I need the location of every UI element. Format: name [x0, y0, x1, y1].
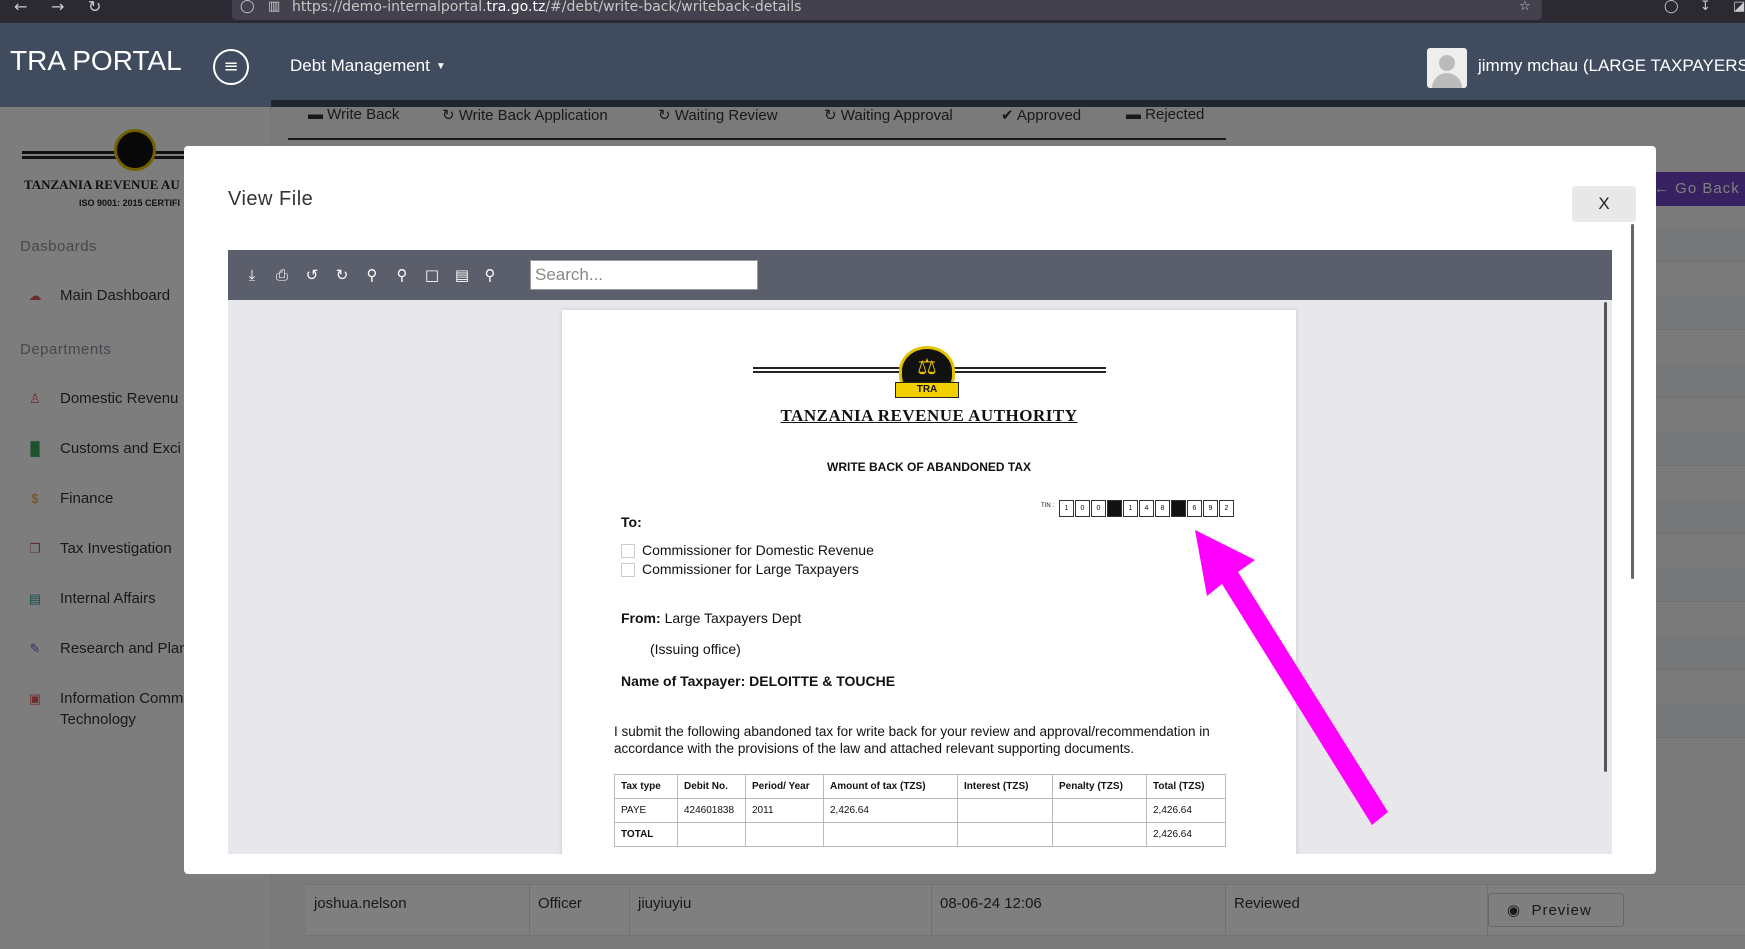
- tra-seal-logo: ⚖ TRA: [891, 346, 963, 402]
- pdf-toolbar: ⤓ ⎙ ↺ ↻ ⚲ ⚲ □ ▤ ⚲: [228, 250, 1612, 300]
- checkbox-large: [621, 563, 635, 577]
- search-icon: ⚲: [484, 266, 496, 284]
- lock-icon: ▥: [268, 0, 281, 14]
- user-name[interactable]: jimmy mchau (LARGE TAXPAYERS: [1478, 56, 1745, 76]
- arrow-shape: [1195, 530, 1388, 825]
- document-heading: WRITE BACK OF ABANDONED TAX: [827, 460, 1031, 474]
- tax-table: Tax type Debit No. Period/ Year Amount o…: [614, 774, 1226, 847]
- table-row: PAYE 424601838 2011 2,426.64 2,426.64: [614, 798, 1226, 823]
- menu-toggle-icon[interactable]: ≡: [213, 49, 249, 85]
- app-header: TRA PORTAL ≡ Debt Management ▼ jimmy mcha…: [0, 23, 1745, 107]
- url-text[interactable]: https://demo-internalportal.tra.go.tz/#/…: [292, 0, 801, 14]
- brand-title: TRA PORTAL: [10, 45, 182, 76]
- print-icon[interactable]: ⎙: [271, 264, 293, 286]
- back-icon[interactable]: ←: [14, 0, 27, 15]
- modal-title: View File: [228, 188, 314, 210]
- browser-toolbar: ← → ↻ ◯ ▥ https://demo-internalportal.tr…: [0, 0, 1745, 23]
- tin-boxes: TIN :100148692: [1041, 500, 1234, 518]
- reload-icon[interactable]: ↻: [88, 0, 101, 15]
- zoom-in-icon[interactable]: ⚲: [361, 264, 383, 286]
- option-domestic: Commissioner for Domestic Revenue: [642, 542, 874, 558]
- table-header-row: Tax type Debit No. Period/ Year Amount o…: [614, 774, 1226, 799]
- search-input[interactable]: [530, 260, 758, 290]
- checkbox-domestic: [621, 544, 635, 558]
- annotation-arrow: [1195, 530, 1388, 825]
- download-icon[interactable]: ↧: [1700, 0, 1711, 14]
- address-bar[interactable]: ◯ ▥ https://demo-internalportal.tra.go.t…: [232, 0, 1542, 20]
- pdf-viewer: ⤓ ⎙ ↺ ↻ ⚲ ⚲ □ ▤ ⚲ ⚖ TRA TANZANIA REVENUE…: [228, 250, 1612, 854]
- option-large: Commissioner for Large Taxpayers: [642, 561, 859, 577]
- page-icon[interactable]: □: [421, 264, 443, 286]
- rotate-left-icon[interactable]: ↺: [301, 264, 323, 286]
- table-total-row: TOTAL 2,426.64: [614, 822, 1226, 847]
- close-button[interactable]: X: [1572, 186, 1636, 222]
- star-icon[interactable]: ☆: [1519, 0, 1531, 14]
- shield-icon: ◯: [240, 0, 255, 14]
- viewer-scrollbar[interactable]: [1604, 302, 1607, 772]
- extensions-icon[interactable]: ◪: [1733, 0, 1745, 14]
- rotate-right-icon[interactable]: ↻: [331, 264, 353, 286]
- two-page-icon[interactable]: ▤: [451, 264, 473, 286]
- view-file-modal: View File X ⤓ ⎙ ↺ ↻ ⚲ ⚲ □ ▤ ⚲ ⚖ TRA TANZ…: [184, 146, 1656, 874]
- modal-backdrop-top: [271, 100, 1745, 107]
- forward-icon[interactable]: →: [51, 0, 64, 15]
- document-body: I submit the following abandoned tax for…: [614, 724, 1210, 756]
- issuing-office: (Issuing office): [650, 641, 741, 657]
- document-org-name: TANZANIA REVENUE AUTHORITY: [780, 406, 1078, 425]
- caret-down-icon: ▼: [435, 61, 446, 73]
- modal-scrollbar[interactable]: [1631, 224, 1634, 579]
- debt-management-dropdown[interactable]: Debt Management ▼: [290, 56, 446, 76]
- to-label: To:: [621, 514, 642, 530]
- download-icon[interactable]: ⤓: [241, 264, 263, 286]
- zoom-out-icon[interactable]: ⚲: [391, 264, 413, 286]
- pocket-icon[interactable]: ◯: [1664, 0, 1679, 14]
- from-line: From: Large Taxpayers Dept: [621, 610, 802, 626]
- avatar[interactable]: [1427, 48, 1467, 88]
- taxpayer-name: Name of Taxpayer: DELOITTE & TOUCHE: [621, 673, 896, 689]
